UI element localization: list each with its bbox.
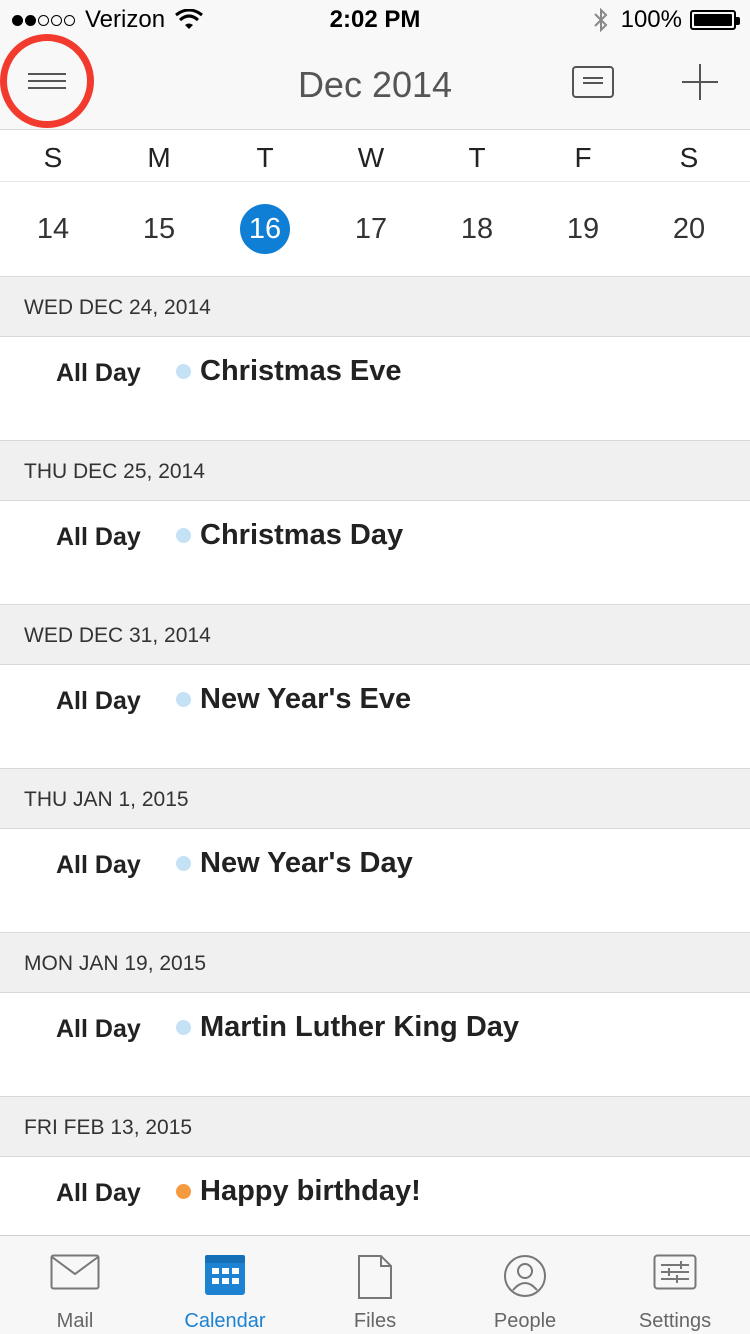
status-bar: Verizon 2:02 PM 100% xyxy=(0,0,750,40)
weekday-label: T xyxy=(468,142,486,173)
event-title: Christmas Eve xyxy=(200,355,402,387)
date-cell[interactable]: 16 xyxy=(212,182,318,276)
event-time: All Day xyxy=(56,359,141,387)
add-event-button[interactable] xyxy=(682,64,718,100)
calendar-color-dot xyxy=(176,364,191,379)
date-header: FRI FEB 13, 2015 xyxy=(0,1097,750,1157)
event-row[interactable]: All Day Martin Luther King Day xyxy=(0,993,750,1097)
date-header: THU DEC 25, 2014 xyxy=(0,441,750,501)
date-cell[interactable]: 14 xyxy=(0,182,106,276)
event-row[interactable]: All Day New Year's Day xyxy=(0,829,750,933)
event-row[interactable]: All Day Christmas Day xyxy=(0,501,750,605)
date-number[interactable]: 18 xyxy=(452,204,502,254)
date-cell[interactable]: 20 xyxy=(636,182,742,276)
agenda-section: THU JAN 1, 2015 All Day New Year's Day xyxy=(0,769,750,933)
weekday-label: S xyxy=(43,142,63,173)
date-cell[interactable]: 19 xyxy=(530,182,636,276)
tab-settings[interactable]: Settings xyxy=(600,1236,750,1334)
date-header: MON JAN 19, 2015 xyxy=(0,933,750,993)
calendar-color-dot xyxy=(176,1184,191,1199)
file-icon xyxy=(358,1255,392,1299)
event-title: New Year's Day xyxy=(200,847,413,879)
tab-label: People xyxy=(493,1310,557,1332)
event-title: Martin Luther King Day xyxy=(200,1011,520,1043)
event-time: All Day xyxy=(56,851,141,879)
event-time: All Day xyxy=(56,687,141,715)
tab-label: Calendar xyxy=(184,1310,266,1332)
event-title: New Year's Eve xyxy=(200,683,412,715)
tab-bar: Mail Calendar Files People Settings xyxy=(0,1235,750,1334)
calendar-color-dot xyxy=(176,1020,191,1035)
tab-label: Mail xyxy=(56,1310,94,1332)
date-row: 14 15 16 17 18 19 20 xyxy=(0,182,750,276)
date-number[interactable]: 20 xyxy=(664,204,714,254)
tab-people[interactable]: People xyxy=(450,1236,600,1334)
month-title[interactable]: Dec 2014 xyxy=(0,64,750,106)
nav-bar: Dec 2014 xyxy=(0,34,750,130)
event-row[interactable]: All Day Christmas Eve xyxy=(0,337,750,441)
agenda-list[interactable]: WED DEC 24, 2014 All Day Christmas Eve T… xyxy=(0,277,750,1235)
tab-label: Files xyxy=(353,1310,397,1332)
tab-label: Settings xyxy=(638,1310,712,1332)
calendar-color-dot xyxy=(176,692,191,707)
agenda-view-button[interactable] xyxy=(572,66,614,98)
date-cell[interactable]: 18 xyxy=(424,182,530,276)
date-number[interactable]: 15 xyxy=(134,204,184,254)
date-number[interactable]: 19 xyxy=(558,204,608,254)
battery-info: 100% xyxy=(593,6,740,34)
date-header: WED DEC 24, 2014 xyxy=(0,277,750,337)
weekday-label: M xyxy=(147,142,171,173)
agenda-section: FRI FEB 13, 2015 All Day Happy birthday! xyxy=(0,1097,750,1235)
date-header: THU JAN 1, 2015 xyxy=(0,769,750,829)
person-icon xyxy=(504,1255,546,1297)
weekday-label: S xyxy=(679,142,699,173)
event-row[interactable]: All Day New Year's Eve xyxy=(0,665,750,769)
agenda-section: WED DEC 31, 2014 All Day New Year's Eve xyxy=(0,605,750,769)
agenda-section: MON JAN 19, 2015 All Day Martin Luther K… xyxy=(0,933,750,1097)
settings-icon xyxy=(653,1254,697,1290)
event-row[interactable]: All Day Happy birthday! xyxy=(0,1157,750,1235)
bluetooth-icon xyxy=(593,7,608,33)
mail-icon xyxy=(50,1254,100,1290)
date-cell[interactable]: 17 xyxy=(318,182,424,276)
event-title: Happy birthday! xyxy=(200,1175,421,1207)
event-title: Christmas Day xyxy=(200,519,404,551)
week-strip: S M T W T F S 14 15 16 17 18 19 20 xyxy=(0,130,750,277)
date-number[interactable]: 14 xyxy=(28,204,78,254)
weekday-label: W xyxy=(357,142,385,173)
event-time: All Day xyxy=(56,1179,141,1207)
calendar-color-dot xyxy=(176,528,191,543)
date-header: WED DEC 31, 2014 xyxy=(0,605,750,665)
agenda-section: THU DEC 25, 2014 All Day Christmas Day xyxy=(0,441,750,605)
battery-percent: 100% xyxy=(620,6,682,33)
weekday-label: F xyxy=(574,142,592,173)
weekday-row: S M T W T F S xyxy=(0,130,750,182)
selected-date-number[interactable]: 16 xyxy=(240,204,290,254)
calendar-color-dot xyxy=(176,856,191,871)
date-number[interactable]: 17 xyxy=(346,204,396,254)
calendar-icon xyxy=(205,1255,245,1295)
event-time: All Day xyxy=(56,1015,141,1043)
battery-icon xyxy=(690,10,740,30)
agenda-section: WED DEC 24, 2014 All Day Christmas Eve xyxy=(0,277,750,441)
tab-calendar[interactable]: Calendar xyxy=(150,1236,300,1334)
event-time: All Day xyxy=(56,523,141,551)
tab-files[interactable]: Files xyxy=(300,1236,450,1334)
date-cell[interactable]: 15 xyxy=(106,182,212,276)
weekday-label: T xyxy=(256,142,274,173)
tab-mail[interactable]: Mail xyxy=(0,1236,150,1334)
